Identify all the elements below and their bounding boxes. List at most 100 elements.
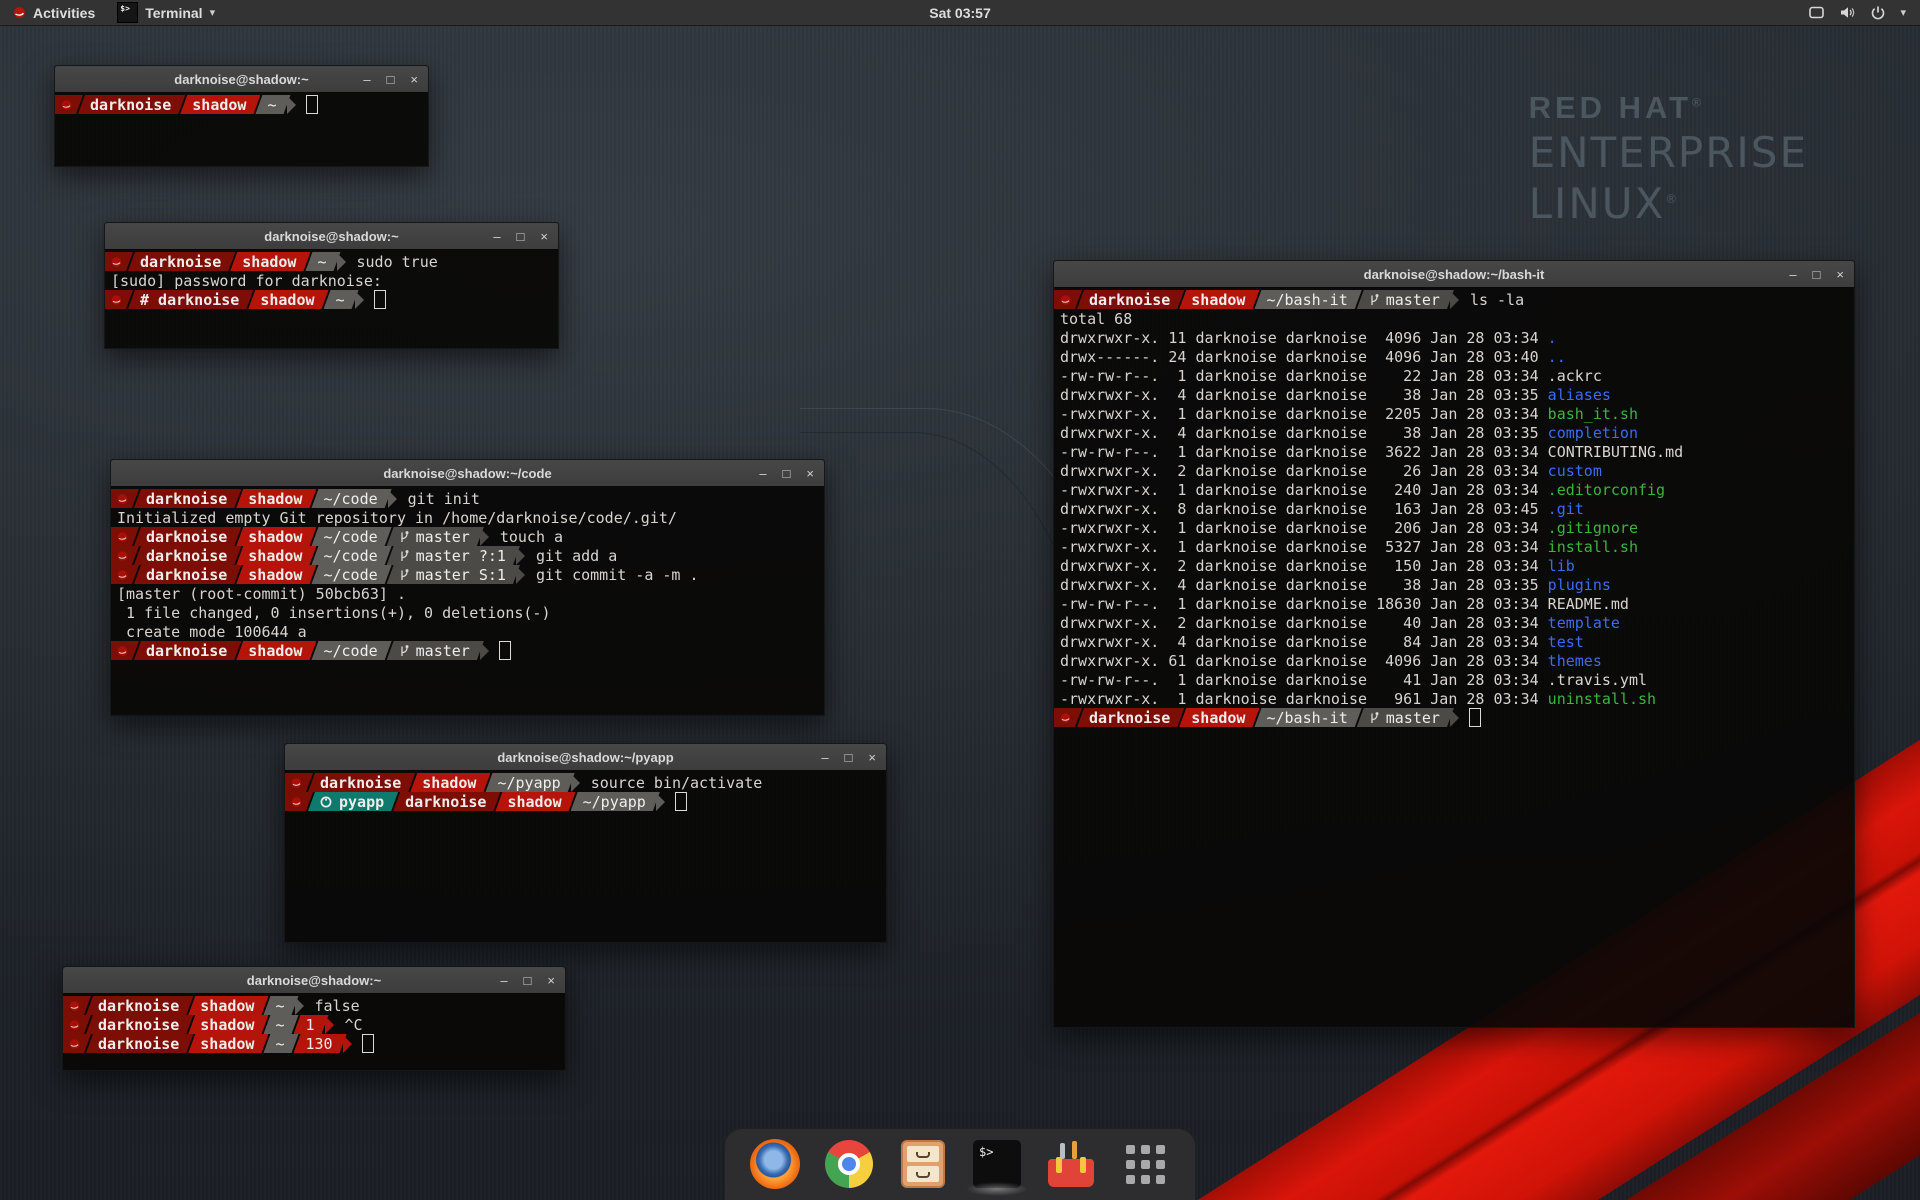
- rhel-wallpaper-logo: RED HAT® ENTERPRISE LINUX®: [1529, 92, 1808, 225]
- output-line: -rw-rw-r--. 1 darknoise darknoise 18630 …: [1054, 594, 1854, 613]
- maximize-button[interactable]: □: [387, 73, 395, 86]
- prompt-line: darknoiseshadow~130: [63, 1034, 565, 1053]
- terminal-window-code: darknoise@shadow:~/code –□× darknoisesha…: [110, 459, 825, 716]
- prompt-segment-host: shadow: [236, 489, 316, 508]
- output-line: drwxrwxr-x. 2 darknoise darknoise 40 Jan…: [1054, 613, 1854, 632]
- output-line: drwxrwxr-x. 61 darknoise darknoise 4096 …: [1054, 651, 1854, 670]
- firefox-icon[interactable]: [749, 1138, 801, 1190]
- output-line: drwxrwxr-x. 8 darknoise darknoise 163 Ja…: [1054, 499, 1854, 518]
- top-bar: Activities $> Terminal ▾ Sat 03:57 ▾: [0, 0, 1920, 26]
- prompt-line: darknoiseshadow~/codegit init: [111, 489, 824, 508]
- prompt-line: darknoiseshadow~/codemastertouch a: [111, 527, 824, 546]
- toolbox-icon[interactable]: [1045, 1138, 1097, 1190]
- maximize-button[interactable]: □: [845, 751, 853, 764]
- titlebar[interactable]: darknoise@shadow:~/bash-it –□×: [1054, 261, 1854, 288]
- output-line: create mode 100644 a: [111, 622, 824, 641]
- prompt-segment-git: master ?:1: [387, 546, 520, 565]
- screen-icon: [1808, 5, 1825, 20]
- file-name: .travis.yml: [1548, 671, 1647, 689]
- volume-icon: [1839, 5, 1856, 20]
- titlebar[interactable]: darknoise@shadow:~ –□×: [105, 223, 558, 250]
- dock: $>: [724, 1128, 1196, 1200]
- minimize-button[interactable]: –: [493, 230, 500, 243]
- prompt-line: darknoiseshadow~/pyappsource bin/activat…: [285, 773, 886, 792]
- fedora-icon: [105, 252, 133, 271]
- files-icon[interactable]: [897, 1138, 949, 1190]
- chrome-icon[interactable]: [823, 1138, 875, 1190]
- prompt-segment-path: ~/pyapp: [571, 792, 660, 811]
- prompt-segment-host: shadow: [180, 95, 260, 114]
- prompt-segment-user: darknoise: [86, 996, 193, 1015]
- prompt-segment-user: darknoise: [86, 1034, 193, 1053]
- prompt-segment-user: darknoise: [134, 565, 241, 584]
- power-icon: [1870, 5, 1886, 21]
- close-button[interactable]: ×: [1836, 268, 1844, 281]
- file-name: lib: [1548, 557, 1575, 575]
- prompt-segment-host: shadow: [188, 1034, 268, 1053]
- clock[interactable]: Sat 03:57: [929, 5, 990, 21]
- prompt-line: darknoiseshadow~/bash-itmaster: [1054, 708, 1854, 727]
- close-button[interactable]: ×: [868, 751, 876, 764]
- terminal-icon[interactable]: $>: [971, 1138, 1023, 1190]
- titlebar[interactable]: darknoise@shadow:~ –□×: [55, 66, 428, 93]
- terminal-body[interactable]: darknoiseshadow~: [55, 92, 428, 166]
- prompt-segment-user: darknoise: [393, 792, 500, 811]
- close-button[interactable]: ×: [540, 230, 548, 243]
- activities-button[interactable]: Activities: [0, 0, 107, 25]
- app-grid-icon[interactable]: [1119, 1138, 1171, 1190]
- fedora-icon: [111, 565, 139, 584]
- terminal-body[interactable]: darknoiseshadow~/codegit initInitialized…: [111, 486, 824, 715]
- titlebar[interactable]: darknoise@shadow:~/code –□×: [111, 460, 824, 487]
- fedora-icon: [111, 489, 139, 508]
- prompt-segment-path: ~/bash-it: [1254, 708, 1361, 727]
- maximize-button[interactable]: □: [517, 230, 525, 243]
- file-name: uninstall.sh: [1548, 690, 1656, 708]
- close-button[interactable]: ×: [410, 73, 418, 86]
- output-line: -rw-rw-r--. 1 darknoise darknoise 41 Jan…: [1054, 670, 1854, 689]
- minimize-button[interactable]: –: [363, 73, 370, 86]
- fedora-icon: [1054, 290, 1082, 309]
- terminal-window-sudo: darknoise@shadow:~ –□× darknoiseshadow~s…: [104, 222, 559, 349]
- fedora-icon: [63, 1034, 91, 1053]
- prompt-segment-git: master S:1: [387, 565, 520, 584]
- app-menu-terminal[interactable]: $> Terminal ▾: [107, 0, 225, 25]
- file-name: custom: [1548, 462, 1602, 480]
- minimize-button[interactable]: –: [500, 974, 507, 987]
- maximize-button[interactable]: □: [783, 467, 791, 480]
- minimize-button[interactable]: –: [1789, 268, 1796, 281]
- minimize-button[interactable]: –: [821, 751, 828, 764]
- minimize-button[interactable]: –: [759, 467, 766, 480]
- prompt-line: darknoiseshadow~/codemaster ?:1git add a: [111, 546, 824, 565]
- caret-down-icon: ▾: [210, 6, 216, 19]
- output-line: -rwxrwxr-x. 1 darknoise darknoise 2205 J…: [1054, 404, 1854, 423]
- close-button[interactable]: ×: [547, 974, 555, 987]
- terminal-body[interactable]: darknoiseshadow~/bash-itmasterls -latota…: [1054, 287, 1854, 1027]
- terminal-cursor: [499, 641, 511, 660]
- prompt-line: darknoiseshadow~/codemaster: [111, 641, 824, 660]
- terminal-body[interactable]: darknoiseshadow~falsedarknoiseshadow~1^C…: [63, 993, 565, 1070]
- titlebar[interactable]: darknoise@shadow:~/pyapp –□×: [285, 744, 886, 771]
- prompt-line: pyappdarknoiseshadow~/pyapp: [285, 792, 886, 811]
- activities-label: Activities: [33, 5, 95, 21]
- prompt-segment-path: ~/code: [311, 641, 391, 660]
- prompt-segment-user: darknoise: [134, 489, 241, 508]
- output-line: Initialized empty Git repository in /hom…: [111, 508, 824, 527]
- close-button[interactable]: ×: [806, 467, 814, 480]
- prompt-segment-host: shadow: [1179, 708, 1259, 727]
- file-name: themes: [1548, 652, 1602, 670]
- system-status-area[interactable]: ▾: [1808, 0, 1920, 25]
- terminal-body[interactable]: darknoiseshadow~sudo true[sudo] password…: [105, 249, 558, 348]
- maximize-button[interactable]: □: [1813, 268, 1821, 281]
- output-line: drwx------. 24 darknoise darknoise 4096 …: [1054, 347, 1854, 366]
- file-name: aliases: [1548, 386, 1611, 404]
- fedora-icon: [111, 546, 139, 565]
- file-name: bash_it.sh: [1548, 405, 1638, 423]
- command-text: touch a: [500, 528, 563, 546]
- maximize-button[interactable]: □: [524, 974, 532, 987]
- output-line: -rwxrwxr-x. 1 darknoise darknoise 5327 J…: [1054, 537, 1854, 556]
- prompt-segment-host: shadow: [188, 996, 268, 1015]
- titlebar[interactable]: darknoise@shadow:~ –□×: [63, 967, 565, 994]
- fedora-icon: [55, 95, 83, 114]
- terminal-body[interactable]: darknoiseshadow~/pyappsource bin/activat…: [285, 770, 886, 942]
- prompt-segment-host: shadow: [1179, 290, 1259, 309]
